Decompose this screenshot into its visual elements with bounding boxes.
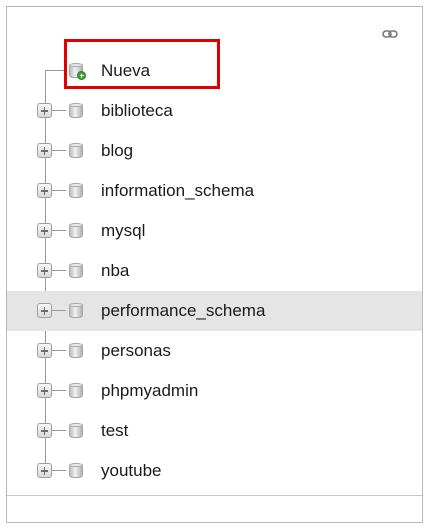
green-plus-icon bbox=[77, 71, 86, 80]
expand-plus-icon[interactable] bbox=[37, 383, 52, 398]
tree-item-label[interactable]: nba bbox=[101, 261, 129, 281]
expand-plus-icon[interactable] bbox=[37, 223, 52, 238]
expand-plus-icon[interactable] bbox=[37, 423, 52, 438]
tree-item-test[interactable]: test bbox=[7, 411, 422, 451]
tree-item-label[interactable]: test bbox=[101, 421, 128, 441]
tree-item-performance-schema[interactable]: performance_schema bbox=[7, 291, 422, 331]
expand-plus-icon[interactable] bbox=[37, 463, 52, 478]
tree-branch-line bbox=[52, 310, 66, 311]
database-tree: Nueva biblioteca blog information_schema bbox=[7, 39, 422, 491]
expand-plus-icon[interactable] bbox=[37, 303, 52, 318]
database-icon bbox=[69, 383, 83, 399]
panel-footer-divider bbox=[7, 495, 422, 522]
database-icon bbox=[69, 423, 83, 439]
tree-item-information-schema[interactable]: information_schema bbox=[7, 171, 422, 211]
tree-branch-line bbox=[45, 70, 67, 71]
database-icon bbox=[69, 183, 83, 199]
tree-item-label[interactable]: performance_schema bbox=[101, 301, 265, 321]
tree-item-blog[interactable]: blog bbox=[7, 131, 422, 171]
database-icon bbox=[69, 463, 83, 479]
tree-branch-line bbox=[52, 110, 66, 111]
tree-branch-line bbox=[52, 190, 66, 191]
tree-item-label[interactable]: information_schema bbox=[101, 181, 254, 201]
database-icon bbox=[69, 263, 83, 279]
database-icon bbox=[69, 143, 83, 159]
tree-item-label[interactable]: mysql bbox=[101, 221, 145, 241]
tree-branch-line bbox=[52, 230, 66, 231]
tree-item-new[interactable]: Nueva bbox=[7, 39, 422, 91]
expand-plus-icon[interactable] bbox=[37, 183, 52, 198]
database-icon bbox=[69, 303, 83, 319]
tree-branch-line bbox=[52, 270, 66, 271]
tree-item-label[interactable]: blog bbox=[101, 141, 133, 161]
database-icon bbox=[69, 223, 83, 239]
expand-plus-icon[interactable] bbox=[37, 103, 52, 118]
tree-branch-line bbox=[52, 350, 66, 351]
tree-item-label[interactable]: youtube bbox=[101, 461, 162, 481]
tree-item-mysql[interactable]: mysql bbox=[7, 211, 422, 251]
expand-plus-icon[interactable] bbox=[37, 143, 52, 158]
database-icon bbox=[69, 343, 83, 359]
tree-item-biblioteca[interactable]: biblioteca bbox=[7, 91, 422, 131]
tree-branch-line bbox=[52, 390, 66, 391]
expand-plus-icon[interactable] bbox=[37, 263, 52, 278]
chain-link-icon[interactable] bbox=[382, 29, 398, 39]
tree-item-label[interactable]: phpmyadmin bbox=[101, 381, 198, 401]
tree-branch-line bbox=[52, 470, 66, 471]
tree-item-nba[interactable]: nba bbox=[7, 251, 422, 291]
tree-item-personas[interactable]: personas bbox=[7, 331, 422, 371]
tree-item-label[interactable]: personas bbox=[101, 341, 171, 361]
tree-item-label[interactable]: biblioteca bbox=[101, 101, 173, 121]
navigation-panel: Nueva biblioteca blog information_schema bbox=[6, 6, 423, 523]
database-icon bbox=[69, 103, 83, 119]
tree-item-label[interactable]: Nueva bbox=[101, 61, 150, 81]
expand-plus-icon[interactable] bbox=[37, 343, 52, 358]
tree-item-youtube[interactable]: youtube bbox=[7, 451, 422, 491]
tree-item-phpmyadmin[interactable]: phpmyadmin bbox=[7, 371, 422, 411]
tree-branch-line bbox=[52, 430, 66, 431]
tree-branch-line bbox=[52, 150, 66, 151]
